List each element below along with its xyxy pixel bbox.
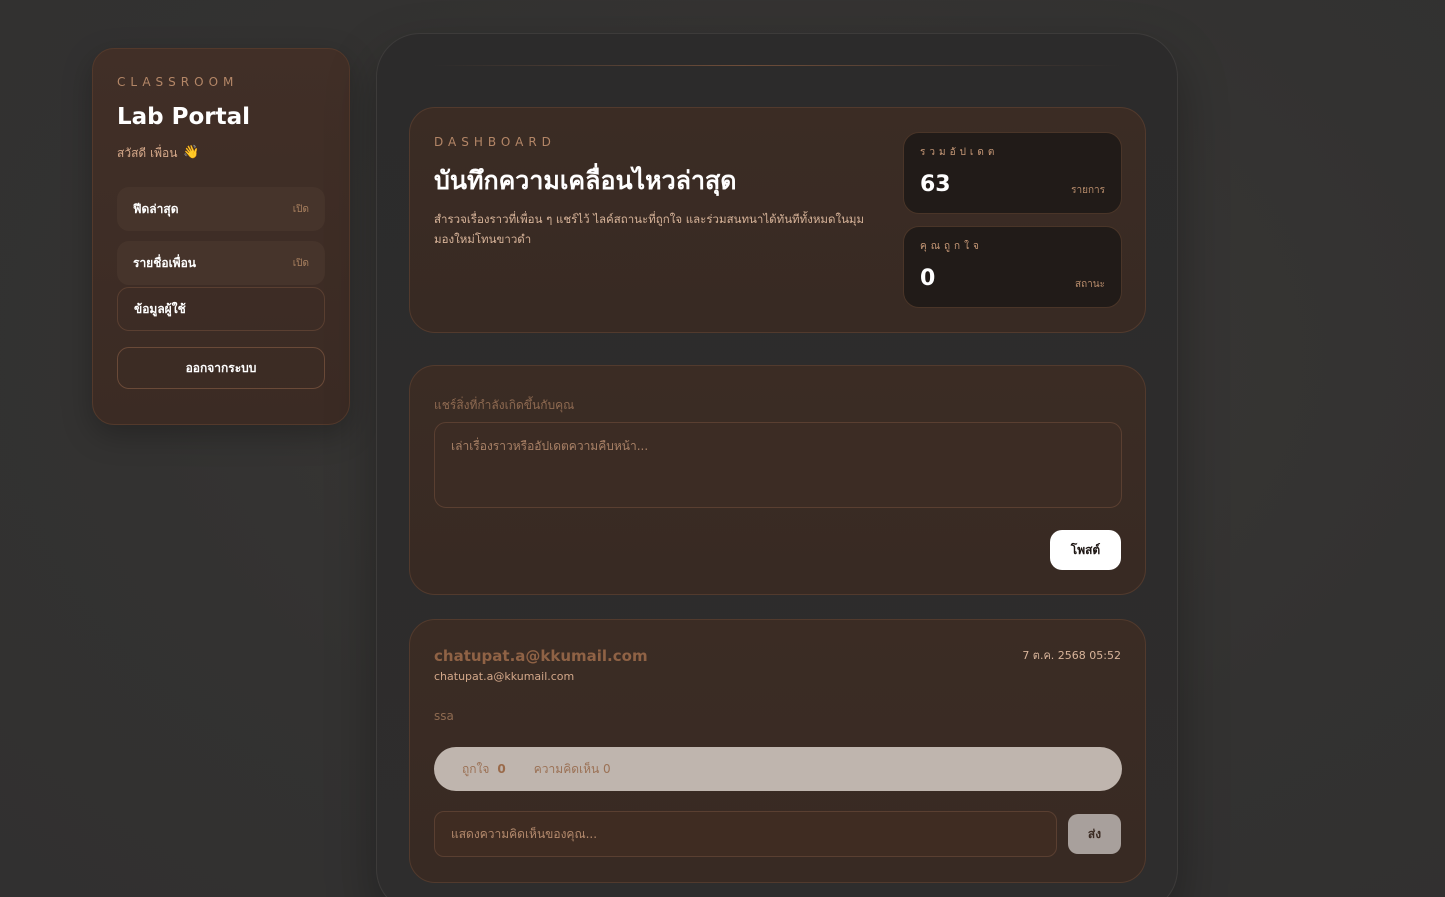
greeting-text: สวัสดี เพื่อน (117, 146, 178, 160)
post-body: ssa (434, 709, 454, 723)
post-textarea[interactable]: เล่าเรื่องราวหรืออัปเดตความคืบหน้า... (434, 422, 1122, 508)
wave-icon: 👋 (183, 145, 200, 160)
stat-value: 0 (920, 266, 936, 291)
header-divider (433, 65, 1121, 66)
sidebar-item-label: รายชื่อเพื่อน (133, 255, 196, 270)
dashboard-eyebrow: DASHBOARD (434, 135, 556, 149)
comment-count[interactable]: ความคิดเห็น 0 (534, 760, 611, 779)
like-button[interactable]: ถูกใจ 0 (462, 760, 506, 779)
post-timestamp: 7 ต.ค. 2568 05:52 (1022, 649, 1121, 662)
app-title: Lab Portal (117, 104, 251, 130)
sidebar-nav: ฟีดล่าสุด เปิด รายชื่อเพื่อน เปิด ข้อมูล… (117, 187, 325, 331)
main-panel: DASHBOARD บันทึกความเคลื่อนไหวล่าสุด สำร… (376, 33, 1178, 897)
comment-input[interactable]: แสดงความคิดเห็นของคุณ... (434, 811, 1057, 857)
stat-total-updates: รวมอัปเดต 63 รายการ (903, 132, 1122, 214)
stat-unit: รายการ (1071, 185, 1105, 196)
sidebar-item-state: เปิด (292, 257, 309, 269)
sidebar-item-profile[interactable]: ข้อมูลผู้ใช้ (117, 287, 325, 331)
sidebar-item-state: เปิด (292, 203, 309, 215)
greeting: สวัสดี เพื่อน 👋 (117, 145, 325, 161)
sidebar-eyebrow: CLASSROOM (117, 75, 239, 89)
logout-button[interactable]: ออกจากระบบ (117, 347, 325, 389)
post-card: chatupat.a@kkumail.com chatupat.a@kkumai… (409, 619, 1146, 883)
post-reactions-bar: ถูกใจ 0 ความคิดเห็น 0 (434, 747, 1122, 791)
sidebar-item-label: ฟีดล่าสุด (133, 201, 179, 216)
composer-label: แชร์สิ่งที่กำลังเกิดขึ้นกับคุณ (434, 398, 575, 412)
send-comment-button[interactable]: ส่ง (1068, 814, 1121, 854)
sidebar: CLASSROOM Lab Portal สวัสดี เพื่อน 👋 ฟีด… (92, 48, 350, 425)
like-count: 0 (497, 762, 506, 776)
stat-value: 63 (920, 172, 951, 197)
post-button[interactable]: โพสต์ (1050, 530, 1121, 570)
dashboard-card: DASHBOARD บันทึกความเคลื่อนไหวล่าสุด สำร… (409, 107, 1146, 333)
sidebar-item-label: ข้อมูลผู้ใช้ (134, 301, 186, 316)
sidebar-item-friends[interactable]: รายชื่อเพื่อน เปิด (117, 241, 325, 285)
stat-your-likes: คุณถูกใจ 0 สถานะ (903, 226, 1122, 308)
post-author-email: chatupat.a@kkumail.com (434, 670, 575, 683)
dashboard-description: สำรวจเรื่องราวที่เพื่อน ๆ แชร์ไว้ ไลค์สถ… (434, 212, 865, 246)
post-author[interactable]: chatupat.a@kkumail.com (434, 647, 648, 665)
composer-card: แชร์สิ่งที่กำลังเกิดขึ้นกับคุณ เล่าเรื่อ… (409, 365, 1146, 595)
like-label: ถูกใจ (462, 761, 490, 776)
page-title: บันทึกความเคลื่อนไหวล่าสุด (434, 166, 737, 195)
sidebar-item-latest-feed[interactable]: ฟีดล่าสุด เปิด (117, 187, 325, 231)
stat-label: คุณถูกใจ (920, 241, 983, 252)
stat-unit: สถานะ (1075, 279, 1105, 290)
stat-label: รวมอัปเดต (920, 147, 999, 158)
